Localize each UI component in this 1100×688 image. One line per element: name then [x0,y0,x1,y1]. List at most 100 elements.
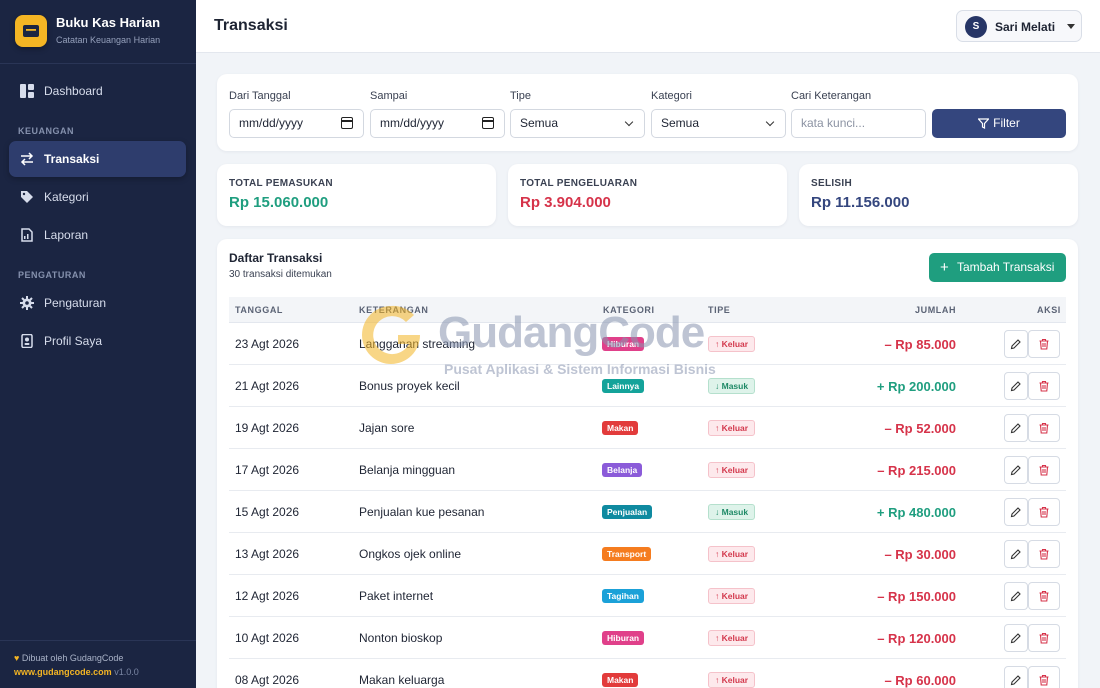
income-label: TOTAL PEMASUKAN [229,178,333,189]
sidebar-item-transaksi[interactable]: Transaksi [9,141,186,177]
type-label: Tipe [510,90,531,102]
category-badge: Tagihan [602,589,644,603]
delete-button[interactable] [1028,582,1060,610]
type-badge: ↓ Masuk [708,504,756,520]
type-badge: ↑ Keluar [708,588,756,604]
type-badge: ↑ Keluar [708,336,756,352]
search-input[interactable]: kata kunci... [791,109,926,138]
edit-button[interactable] [1004,330,1028,358]
page-title: Transaksi [214,17,288,34]
brand: Buku Kas Harian Catatan Keuangan Harian [0,0,196,64]
table-row[interactable]: 13 Agt 2026 Ongkos ojek online Transport… [229,533,1066,575]
edit-button[interactable] [1004,414,1028,442]
category-badge: Makan [602,421,639,435]
trash-icon [1039,590,1049,602]
trash-icon [1039,380,1049,392]
sidebar: Buku Kas Harian Catatan Keuangan Harian … [0,0,196,688]
column-description: KETERANGAN [359,305,429,315]
made-by: ♥ Dibuat oleh GudangCode [14,653,123,663]
filter-panel: Dari Tanggal mm/dd/yyyy Sampai mm/dd/yyy… [217,74,1078,151]
sidebar-item-kategori[interactable]: Kategori [9,179,186,215]
type-select[interactable]: Semua [510,109,645,138]
to-date-value: mm/dd/yyyy [380,116,445,130]
user-menu-button[interactable]: S Sari Melati [956,10,1082,42]
table-row[interactable]: 08 Agt 2026 Makan keluarga Makan ↑ Kelua… [229,659,1066,688]
table-row[interactable]: 17 Agt 2026 Belanja mingguan Belanja ↑ K… [229,449,1066,491]
table-row[interactable]: 19 Agt 2026 Jajan sore Makan ↑ Keluar – … [229,407,1066,449]
type-badge: ↑ Keluar [708,420,756,436]
sidebar-item-label: Laporan [44,228,89,242]
table-row[interactable]: 21 Agt 2026 Bonus proyek kecil Lainnya ↓… [229,365,1066,407]
edit-button[interactable] [1004,456,1028,484]
to-date-input[interactable]: mm/dd/yyyy [370,109,505,138]
delete-button[interactable] [1028,540,1060,568]
profile-icon [21,334,33,348]
difference-stat-card: SELISIH Rp 11.156.000 [799,164,1078,226]
delete-button[interactable] [1028,498,1060,526]
row-date: 21 Agt 2026 [235,379,300,393]
edit-button[interactable] [1004,540,1028,568]
delete-button[interactable] [1028,456,1060,484]
column-actions: AKSI [1037,305,1061,315]
sidebar-item-profil[interactable]: Profil Saya [9,323,186,359]
edit-button[interactable] [1004,372,1028,400]
table-row[interactable]: 23 Agt 2026 Langganan streaming Hiburan … [229,323,1066,365]
search-label: Cari Keterangan [791,90,872,102]
row-description: Belanja mingguan [359,463,456,477]
trash-icon [1039,548,1049,560]
from-date-label: Dari Tanggal [229,90,291,102]
site-link[interactable]: www.gudangcode.com v1.0.0 [14,667,139,677]
filter-button[interactable]: Filter [932,109,1066,138]
delete-button[interactable] [1028,372,1060,400]
list-title: Daftar Transaksi [229,251,323,265]
edit-button[interactable] [1004,666,1028,688]
sidebar-item-laporan[interactable]: Laporan [9,217,186,253]
table-row[interactable]: 10 Agt 2026 Nonton bioskop Hiburan ↑ Kel… [229,617,1066,659]
table-row[interactable]: 15 Agt 2026 Penjualan kue pesanan Penjua… [229,491,1066,533]
edit-button[interactable] [1004,498,1028,526]
edit-button[interactable] [1004,582,1028,610]
table-row[interactable]: 12 Agt 2026 Paket internet Tagihan ↑ Kel… [229,575,1066,617]
delete-button[interactable] [1028,624,1060,652]
row-amount: – Rp 85.000 [884,337,956,352]
column-amount: JUMLAH [915,305,957,315]
sidebar-item-label: Kategori [44,190,89,204]
difference-value: Rp 11.156.000 [811,194,910,211]
category-label: Kategori [651,90,692,102]
type-badge: ↑ Keluar [708,672,756,688]
row-description: Nonton bioskop [359,631,443,645]
sidebar-item-pengaturan[interactable]: Pengaturan [9,285,186,321]
trash-icon [1039,506,1049,518]
app-name: Buku Kas Harian [56,15,161,30]
sidebar-item-label: Pengaturan [44,296,107,310]
made-by-text: Dibuat oleh GudangCode [21,653,124,663]
edit-button[interactable] [1004,624,1028,652]
add-transaction-button[interactable]: + Tambah Transaksi [929,253,1066,282]
row-description: Ongkos ojek online [359,547,462,561]
row-amount: – Rp 150.000 [877,589,956,604]
row-amount: – Rp 52.000 [884,421,956,436]
calendar-icon [341,117,353,129]
sidebar-item-dashboard[interactable]: Dashboard [9,73,186,109]
pencil-icon [1010,381,1021,392]
delete-button[interactable] [1028,330,1060,358]
category-select[interactable]: Semua [651,109,786,138]
type-value: Semua [520,116,559,130]
row-amount: – Rp 30.000 [884,547,956,562]
category-badge: Lainnya [602,379,645,393]
row-amount: + Rp 480.000 [876,505,956,520]
row-description: Paket internet [359,589,434,603]
delete-button[interactable] [1028,666,1060,688]
category-badge: Belanja [602,463,643,477]
from-date-input[interactable]: mm/dd/yyyy [229,109,364,138]
expense-stat-card: TOTAL PENGELUARAN Rp 3.904.000 [508,164,787,226]
caret-down-icon [1067,24,1075,29]
category-badge: Hiburan [602,337,645,351]
delete-button[interactable] [1028,414,1060,442]
add-transaction-label: Tambah Transaksi [957,260,1055,274]
type-badge: ↑ Keluar [708,546,756,562]
type-badge: ↓ Masuk [708,378,756,394]
site-url-text: www.gudangcode.com [14,667,112,677]
trash-icon [1039,338,1049,350]
pencil-icon [1010,675,1021,686]
